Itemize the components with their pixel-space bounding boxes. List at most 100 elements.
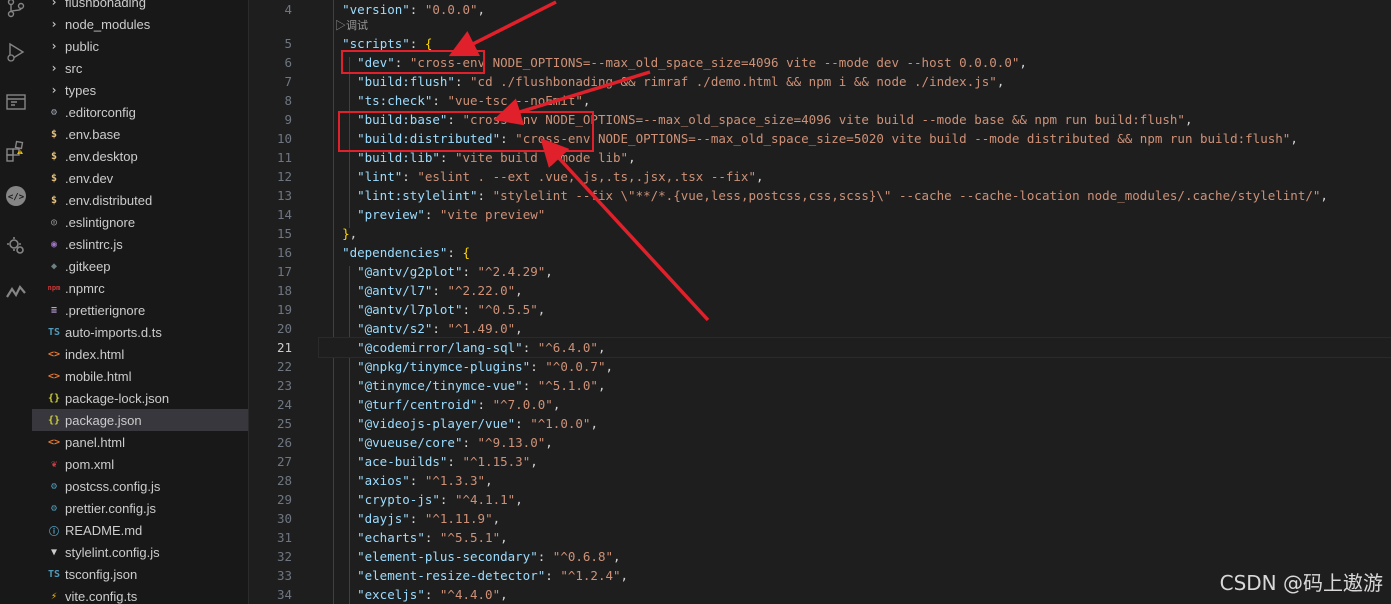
line-number: 25	[276, 416, 292, 431]
html-icon: <>	[47, 436, 61, 448]
json-string: "^1.15.3"	[462, 454, 531, 469]
file-item[interactable]: ❦ pom.xml	[32, 453, 248, 475]
code-line[interactable]: "echarts": "^5.5.1",	[319, 528, 1391, 547]
activity-bar: ! </>	[0, 0, 32, 604]
file-item[interactable]: <> index.html	[32, 343, 248, 365]
json-punct: ,	[515, 492, 523, 507]
code-line[interactable]: "dependencies": {	[319, 243, 1391, 262]
json-punct	[327, 226, 342, 241]
code-line[interactable]: "build:flush": "cd ./flushbonading && ri…	[319, 72, 1391, 91]
gitlens-icon[interactable]	[0, 276, 32, 308]
line-number: 16	[276, 245, 292, 260]
file-item[interactable]: {} package-lock.json	[32, 387, 248, 409]
file-item[interactable]: $ .env.desktop	[32, 145, 248, 167]
file-label: pom.xml	[65, 456, 115, 472]
file-item[interactable]: ⚙ prettier.config.js	[32, 497, 248, 519]
file-item[interactable]: $ .env.dev	[32, 167, 248, 189]
debug-codelens[interactable]: ▷调试	[335, 19, 368, 34]
json-punct	[327, 340, 357, 355]
file-item[interactable]: $ .env.base	[32, 123, 248, 145]
remote-explorer-icon[interactable]	[0, 86, 32, 118]
json-key: "version"	[342, 2, 410, 17]
json-punct	[327, 245, 342, 260]
folder-item[interactable]: › types	[32, 79, 248, 101]
file-item[interactable]: TS tsconfig.json	[32, 563, 248, 585]
json-punct: :	[409, 2, 425, 17]
json-punct: ,	[1184, 112, 1193, 127]
json-punct	[327, 568, 357, 583]
settings-sync-icon[interactable]	[0, 230, 32, 262]
file-label: .gitkeep	[65, 258, 111, 274]
code-line[interactable]: "lint": "eslint . --ext .vue,.js,.ts,.js…	[319, 167, 1391, 186]
chevron-right-icon: ›	[50, 61, 58, 75]
code-line[interactable]: "@npkg/tinymce-plugins": "^0.0.7",	[319, 357, 1391, 376]
file-item[interactable]: npm .npmrc	[32, 277, 248, 299]
code-line[interactable]: "ace-builds": "^1.15.3",	[319, 452, 1391, 471]
file-item[interactable]: $ .env.distributed	[32, 189, 248, 211]
code-line[interactable]: "@antv/l7plot": "^0.5.5",	[319, 300, 1391, 319]
code-line[interactable]: "@antv/s2": "^1.49.0",	[319, 319, 1391, 338]
line-number: 26	[276, 435, 292, 450]
json-punct: :	[424, 587, 440, 602]
file-item[interactable]: ⚙ postcss.config.js	[32, 475, 248, 497]
code-line[interactable]: "@tinymce/tinymce-vue": "^5.1.0",	[319, 376, 1391, 395]
file-item[interactable]: ◎ .eslintignore	[32, 211, 248, 233]
code-line[interactable]: "@codemirror/lang-sql": "^6.4.0",	[318, 337, 1391, 358]
code-line[interactable]: "@turf/centroid": "^7.0.0",	[319, 395, 1391, 414]
folder-item[interactable]: › src	[32, 57, 248, 79]
json-string: "vite preview"	[439, 207, 546, 222]
file-item[interactable]: {} package.json	[32, 409, 248, 431]
extensions-icon[interactable]: !	[0, 136, 32, 168]
file-item[interactable]: ▼ stylelint.config.js	[32, 541, 248, 563]
code-line[interactable]: "axios": "^1.3.3",	[319, 471, 1391, 490]
code-line[interactable]: "@antv/g2plot": "^2.4.29",	[319, 262, 1391, 281]
code-line[interactable]: "version": "0.0.0",	[319, 0, 1391, 19]
code-line[interactable]: "preview": "vite preview"	[319, 205, 1391, 224]
file-item[interactable]: ◆ .gitkeep	[32, 255, 248, 277]
json-punct: :	[515, 416, 531, 431]
json-key: "@npkg/tinymce-plugins"	[357, 359, 531, 374]
folder-item[interactable]: › public	[32, 35, 248, 57]
file-label: panel.html	[65, 434, 125, 450]
code-editor[interactable]: ▷调试 "version": "0.0.0", "scripts": { "de…	[318, 0, 1391, 604]
file-item[interactable]: ⚙ .editorconfig	[32, 101, 248, 123]
code-line[interactable]: "@antv/l7": "^2.22.0",	[319, 281, 1391, 300]
code-line[interactable]: "element-plus-secondary": "^0.6.8",	[319, 547, 1391, 566]
json-punct	[327, 473, 357, 488]
json-punct: ,	[1019, 55, 1027, 70]
json-key: "exceljs"	[357, 587, 425, 602]
code-line[interactable]: "ts:check": "vue-tsc --noEmit",	[319, 91, 1391, 110]
line-number: 32	[276, 549, 292, 564]
file-item[interactable]: ⓘ README.md	[32, 519, 248, 541]
json-punct: :	[424, 530, 440, 545]
code-line[interactable]: "dayjs": "^1.11.9",	[319, 509, 1391, 528]
file-item[interactable]: ◉ .eslintrc.js	[32, 233, 248, 255]
json-string: "^6.4.0"	[537, 340, 598, 355]
folder-item[interactable]: › node_modules	[32, 13, 248, 35]
code-line[interactable]: "@vueuse/core": "^9.13.0",	[319, 433, 1391, 452]
json-punct	[327, 435, 357, 450]
json-key: "@tinymce/tinymce-vue"	[357, 378, 523, 393]
run-debug-icon[interactable]	[0, 36, 32, 68]
chat-icon[interactable]: </>	[0, 180, 32, 212]
json-punct: ,	[500, 530, 508, 545]
json-string: "vue-tsc --noEmit"	[447, 93, 583, 108]
json-punct	[327, 397, 357, 412]
svg-text:</>: </>	[8, 193, 25, 203]
code-line[interactable]: "crypto-js": "^4.1.1",	[319, 490, 1391, 509]
code-line[interactable]: "@videojs-player/vue": "^1.0.0",	[319, 414, 1391, 433]
json-punct: ,	[552, 397, 561, 412]
folder-item[interactable]: › flushbonading	[32, 0, 248, 13]
json-punct: :	[447, 245, 463, 260]
file-item[interactable]: <> panel.html	[32, 431, 248, 453]
source-control-icon[interactable]	[0, 0, 32, 24]
code-line[interactable]: },	[319, 224, 1391, 243]
file-item[interactable]: TS auto-imports.d.ts	[32, 321, 248, 343]
json-icon: {}	[47, 414, 61, 426]
line-number: 30	[276, 511, 292, 526]
code-line[interactable]: "lint:stylelint": "stylelint --fix \"**/…	[319, 186, 1391, 205]
file-item[interactable]: ≡ .prettierignore	[32, 299, 248, 321]
file-item[interactable]: ⚡ vite.config.ts	[32, 585, 248, 604]
typescript-icon: TS	[47, 326, 61, 338]
file-item[interactable]: <> mobile.html	[32, 365, 248, 387]
